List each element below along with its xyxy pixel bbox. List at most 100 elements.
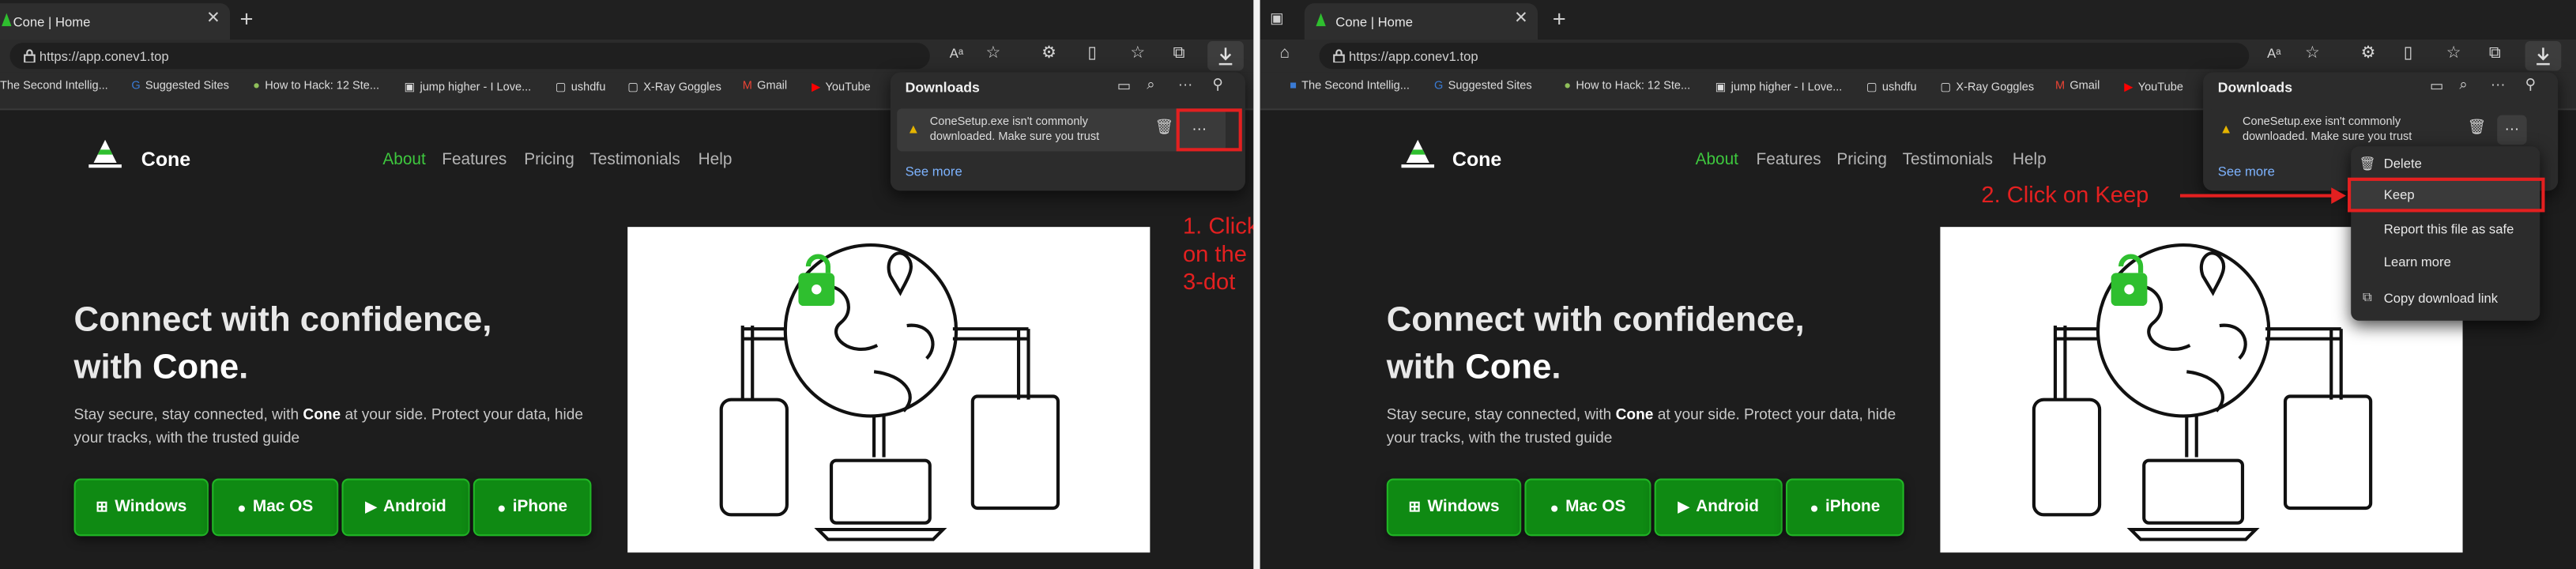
bookmark-item[interactable]: ▶ YouTube: [812, 81, 871, 94]
pin-icon[interactable]: ⚲: [2525, 76, 2536, 94]
nav-features[interactable]: Features: [1757, 151, 1821, 169]
apple-icon: ●: [1810, 499, 1819, 516]
bookmark-item[interactable]: ▢ ushdfu: [1866, 81, 1917, 94]
bookmark-item[interactable]: M Gmail: [743, 81, 787, 92]
windows-download-button[interactable]: ⊞ Windows: [1386, 478, 1522, 537]
pin-icon[interactable]: ⚲: [1212, 76, 1223, 94]
brand-name[interactable]: Cone: [1452, 148, 1501, 171]
split-icon[interactable]: ▯: [1087, 44, 1096, 62]
plus-icon[interactable]: +: [1553, 5, 1566, 31]
macos-download-button[interactable]: ● Mac OS: [1524, 478, 1651, 537]
bookmark-item[interactable]: ▣ jump higher - I Love...: [404, 81, 531, 94]
highlight-box-keep: [2348, 177, 2545, 213]
panel-divider: [1253, 0, 1260, 569]
bookmark-item[interactable]: ▢ ushdfu: [555, 81, 606, 94]
menu-item-copy-link[interactable]: ⧉ Copy download link: [2351, 281, 2540, 315]
search-icon[interactable]: ⌕: [1147, 76, 1154, 94]
more-actions-button[interactable]: ···: [2497, 115, 2527, 145]
android-download-button[interactable]: ▶ Android: [341, 478, 470, 537]
macos-download-button[interactable]: ● Mac OS: [212, 478, 339, 537]
nav-help[interactable]: Help: [2013, 151, 2047, 169]
collections-icon[interactable]: ⧉: [2489, 44, 2501, 62]
trash-icon[interactable]: 🗑: [1155, 119, 1174, 137]
bookmark-item[interactable]: M Gmail: [2055, 81, 2100, 92]
more-icon[interactable]: ···: [2491, 76, 2506, 92]
download-icon[interactable]: [2525, 41, 2562, 71]
iphone-download-button[interactable]: ● iPhone: [473, 478, 592, 537]
close-icon[interactable]: ✕: [206, 9, 220, 28]
see-more-link[interactable]: See more: [2218, 164, 2275, 179]
extensions-icon[interactable]: ⚙: [1041, 44, 1056, 62]
read-aloud-icon[interactable]: Aᵃ: [2267, 46, 2280, 61]
nav-pricing[interactable]: Pricing: [524, 151, 574, 169]
url-field[interactable]: https://app.conev1.top: [1319, 43, 2250, 70]
annotation-step-1: 1. Click on the 3-dot: [1182, 212, 1254, 295]
nav-testimonials[interactable]: Testimonials: [589, 151, 680, 169]
hero-subtitle: Stay secure, stay connected, with Cone a…: [73, 405, 584, 446]
menu-item-delete[interactable]: 🗑 Delete: [2351, 146, 2540, 179]
warning-icon: ▲: [2219, 121, 2233, 137]
favorites-icon[interactable]: ☆: [1130, 44, 1145, 62]
bookmark-item[interactable]: ■ The Second Intellig...: [1290, 81, 1410, 92]
download-item[interactable]: ▲ ConeSetup.exe isn't commonly downloade…: [2209, 108, 2539, 152]
read-aloud-icon[interactable]: Aᵃ: [950, 46, 963, 61]
menu-item-learn-more[interactable]: Learn more: [2351, 245, 2540, 278]
hero-title: Connect with confidence, with Cone.: [73, 300, 492, 387]
more-icon[interactable]: ···: [1178, 76, 1193, 92]
tab-icon: [1314, 13, 1328, 27]
android-download-button[interactable]: ▶ Android: [1654, 478, 1783, 537]
bookmark-item[interactable]: ▶ YouTube: [2124, 81, 2183, 94]
favorites-icon[interactable]: ☆: [2446, 44, 2461, 62]
browser-tab[interactable]: Cone | Home ✕: [0, 3, 231, 40]
browser-tab[interactable]: Cone | Home ✕: [1304, 3, 1538, 40]
apple-icon: ●: [497, 499, 507, 516]
folder-icon[interactable]: ▭: [1117, 77, 1132, 96]
hero-subtitle: Stay secure, stay connected, with Cone a…: [1386, 405, 1896, 446]
nav-pricing[interactable]: Pricing: [1836, 151, 1887, 169]
bookmark-item[interactable]: G Suggested Sites: [131, 81, 229, 92]
annotation-step-2: 2. Click on Keep: [1981, 180, 2149, 208]
download-context-menu: 🗑 Delete Keep Report this file as safe Le…: [2351, 146, 2540, 321]
tab-actions-icon[interactable]: ▣: [1270, 9, 1284, 28]
bookmark-item[interactable]: The Second Intellig...: [0, 81, 108, 92]
android-icon: ▶: [1678, 498, 1689, 515]
collections-icon[interactable]: ⧉: [1173, 44, 1184, 62]
close-icon[interactable]: ✕: [1514, 9, 1527, 28]
home-icon[interactable]: ⌂: [1280, 44, 1290, 62]
nav-testimonials[interactable]: Testimonials: [1903, 151, 1993, 169]
star-icon[interactable]: ☆: [2305, 44, 2320, 62]
search-icon[interactable]: ⌕: [2459, 76, 2467, 94]
nav-features[interactable]: Features: [442, 151, 507, 169]
split-icon[interactable]: ▯: [2404, 44, 2412, 62]
nav-help[interactable]: Help: [699, 151, 733, 169]
bookmark-item[interactable]: ▣ jump higher - I Love...: [1715, 81, 1843, 94]
plus-icon[interactable]: +: [240, 5, 254, 31]
bookmark-item[interactable]: ● How to Hack: 12 Ste...: [1564, 81, 1690, 92]
bookmark-item[interactable]: ▢ X-Ray Goggles: [627, 81, 721, 94]
url-field[interactable]: https://app.conev1.top: [9, 43, 930, 70]
bookmark-item[interactable]: ▢ X-Ray Goggles: [1940, 81, 2034, 94]
windows-download-button[interactable]: ⊞ Windows: [73, 478, 209, 537]
star-icon[interactable]: ☆: [985, 44, 1000, 62]
bookmark-item[interactable]: G Suggested Sites: [1434, 81, 1532, 92]
folder-icon[interactable]: ▭: [2430, 77, 2444, 96]
left-screenshot-panel: Cone | Home ✕ + https://app.conev1.top A…: [0, 0, 1254, 569]
downloads-title: Downloads: [2217, 78, 2293, 96]
annotation-arrow-head: [2331, 187, 2346, 205]
url-text: https://app.conev1.top: [1348, 48, 1478, 64]
download-icon[interactable]: [1207, 41, 1244, 71]
nav-about[interactable]: About: [1696, 151, 1738, 169]
warning-icon: ▲: [906, 121, 921, 137]
screenshot-stage: Cone | Home ✕ + https://app.conev1.top A…: [0, 0, 2576, 569]
download-warning-text: ConeSetup.exe isn't commonly downloaded.…: [2242, 116, 2412, 144]
nav-about[interactable]: About: [382, 151, 425, 169]
menu-item-report-safe[interactable]: Report this file as safe: [2351, 212, 2540, 245]
trash-icon[interactable]: 🗑: [2468, 119, 2487, 137]
bookmark-item[interactable]: ● How to Hack: 12 Ste...: [253, 81, 379, 92]
iphone-download-button[interactable]: ● iPhone: [1785, 478, 1904, 537]
see-more-link[interactable]: See more: [906, 164, 962, 179]
tab-bar: Cone | Home ✕ +: [0, 0, 1254, 40]
brand-name[interactable]: Cone: [141, 148, 190, 171]
extensions-icon[interactable]: ⚙: [2361, 44, 2376, 62]
lock-icon: [1332, 49, 1346, 66]
